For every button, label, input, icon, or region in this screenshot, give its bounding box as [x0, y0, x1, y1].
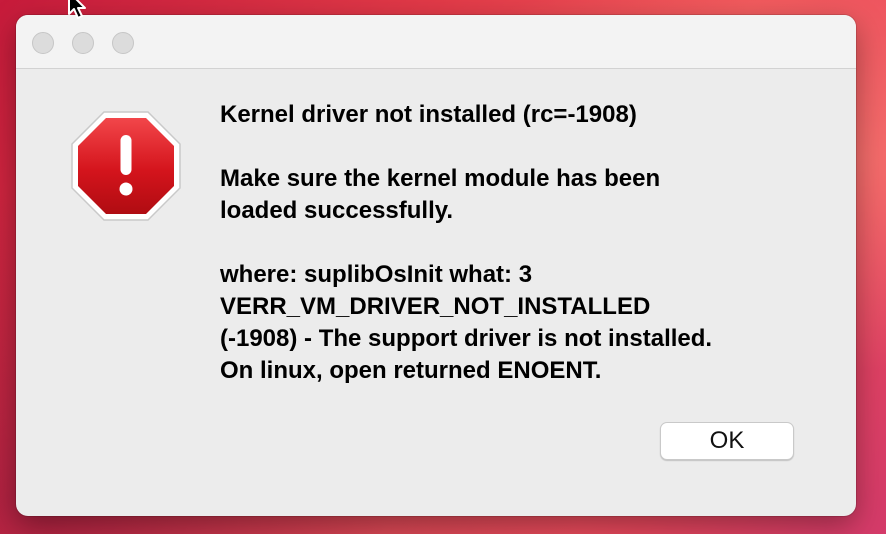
mouse-pointer-icon [68, 0, 86, 19]
error-technical-details: where: suplibOsInit what: 3 VERR_VM_DRIV… [220, 261, 713, 384]
minimize-window-button[interactable] [72, 32, 94, 54]
ok-button[interactable]: OK [660, 422, 794, 460]
close-window-button[interactable] [32, 32, 54, 54]
zoom-window-button[interactable] [112, 32, 134, 54]
window-titlebar [16, 15, 856, 69]
error-detail: Make sure the kernel module has been loa… [220, 165, 661, 224]
error-message: Kernel driver not installed (rc=-1908) M… [220, 99, 840, 387]
stop-error-icon [71, 111, 181, 221]
error-dialog: Kernel driver not installed (rc=-1908) M… [16, 15, 856, 516]
error-title: Kernel driver not installed (rc=-1908) [220, 101, 637, 128]
